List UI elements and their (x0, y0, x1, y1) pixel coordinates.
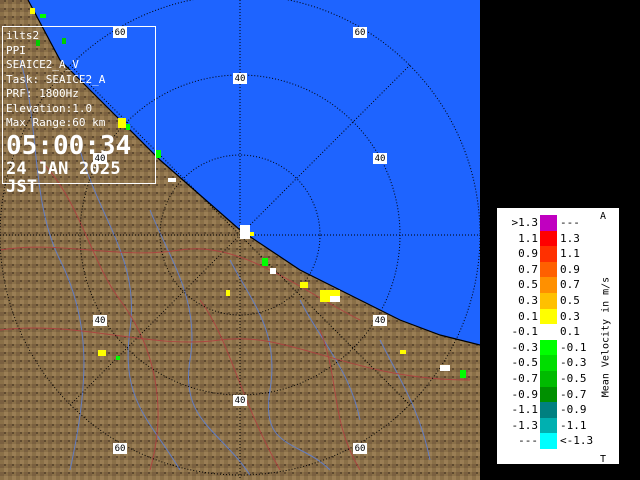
legend-swatch (540, 293, 557, 309)
legend-row-high: 0.3 (560, 309, 580, 323)
prf-value: PRF: 1800Hz (6, 87, 79, 100)
ring-label-60-se: 60 (355, 444, 366, 454)
legend-row-low: 0.5 (518, 278, 538, 292)
ring-label-60-ne: 60 (355, 28, 366, 38)
legend-row: -0.7 -0.5 (498, 371, 598, 387)
legend-row: 0.9 1.1 (498, 246, 598, 262)
task-name: Task: SEAICE2_A (6, 72, 106, 86)
legend-row: 0.5 0.7 (498, 277, 598, 293)
legend-swatch (540, 417, 557, 434)
legend-unit: A Mean Velocity in m/s T (594, 211, 618, 465)
legend-row-low: -1.1 (511, 403, 539, 417)
legend-swatch (540, 433, 557, 449)
legend-row-low: 1.1 (518, 231, 538, 245)
legend-row-low: 0.7 (518, 262, 538, 276)
legend-row: -1.1 -0.9 (498, 402, 598, 418)
info-box: ilts2 PPI SEAICE2_A_V Task: SEAICE2_A PR… (2, 26, 156, 196)
legend-row-high: 1.3 (560, 231, 580, 245)
legend-row-high: -0.1 (560, 340, 587, 354)
product-name: SEAICE2_A_V (6, 58, 79, 71)
legend-swatch (540, 308, 557, 325)
legend-row: -0.5 -0.3 (498, 355, 598, 371)
legend-row: 1.1 1.3 (498, 230, 598, 247)
legend-swatch (540, 261, 557, 278)
legend-swatch (540, 371, 557, 387)
legend-row-high: 1.1 (560, 247, 580, 261)
product-type: PPI (6, 43, 26, 57)
legend-row-low: -0.9 (511, 387, 539, 401)
legend-top-mark: A (600, 211, 607, 222)
legend-swatch (540, 324, 557, 340)
legend-swatch (540, 386, 557, 403)
legend-row: 0.3 0.5 (498, 293, 598, 309)
ring-label-40-s: 40 (235, 396, 246, 406)
legend-row-low: -1.3 (511, 418, 539, 432)
legend-swatch (540, 230, 557, 247)
legend-row-high: 0.7 (560, 278, 580, 292)
legend-row-low: -0.3 (511, 340, 539, 354)
ring-label-40-sw: 40 (95, 316, 106, 326)
legend-row: >1.3 --- (498, 215, 598, 231)
legend-row-high: 0.9 (560, 262, 580, 276)
legend-row-low: >1.3 (511, 216, 539, 229)
max-range-value: Max Range:60 km (6, 116, 106, 129)
legend-row-low: --- (518, 434, 538, 448)
legend-row-low: 0.9 (518, 247, 538, 261)
legend-row-low: 0.1 (518, 309, 538, 323)
ring-label-40-e: 40 (375, 154, 386, 164)
scan-time: 05:00:34 (6, 130, 132, 161)
legend-row-high: -0.3 (560, 356, 587, 370)
legend-row-high: <-1.3 (560, 434, 594, 448)
legend-row-high: -1.1 (560, 418, 587, 432)
legend-row-high: -0.7 (560, 387, 587, 401)
legend-bottom-mark: T (600, 454, 607, 465)
ring-label-60-sw: 60 (115, 444, 126, 454)
legend-swatch (540, 215, 557, 231)
legend-row-low: -0.1 (511, 325, 539, 339)
legend-swatch (540, 246, 557, 262)
radar-name: ilts2 (6, 29, 40, 42)
legend-row: -0.3 -0.1 (498, 339, 598, 356)
legend-row-high: 0.5 (560, 294, 580, 307)
velocity-legend: >1.3 --- 1.1 1.3 0.9 1.1 0.7 0.9 0.5 0.7 0.3 0.5 0.1… (497, 208, 619, 465)
legend-row: 0.1 0.3 (498, 308, 598, 325)
legend-swatch (540, 277, 557, 293)
legend-row-low: 0.3 (518, 294, 538, 307)
legend-row-low: -0.7 (511, 372, 539, 385)
scan-date: 24 JAN 2025 JST (6, 158, 121, 197)
legend-unit-label: Mean Velocity in m/s (600, 276, 612, 398)
legend-row: 0.7 0.9 (498, 261, 598, 278)
legend-row: -0.9 -0.7 (498, 386, 598, 403)
legend-swatch (540, 339, 557, 356)
legend-row-high: --- (560, 216, 580, 229)
legend-swatch (540, 355, 557, 371)
legend-row-high: 0.1 (560, 325, 580, 339)
legend-row: -1.3 -1.1 (498, 417, 598, 434)
legend-swatch (540, 402, 557, 418)
ring-label-40-n: 40 (235, 74, 246, 84)
legend-row-high: -0.9 (560, 403, 587, 417)
legend-row-high: -0.5 (560, 372, 587, 385)
legend-row-low: -0.5 (511, 356, 539, 370)
elevation-value: Elevation:1.0 (6, 101, 93, 115)
legend-row: -0.1 0.1 (498, 324, 598, 340)
legend-row: --- <-1.3 (498, 433, 598, 449)
ring-label-40-se: 40 (375, 316, 386, 326)
